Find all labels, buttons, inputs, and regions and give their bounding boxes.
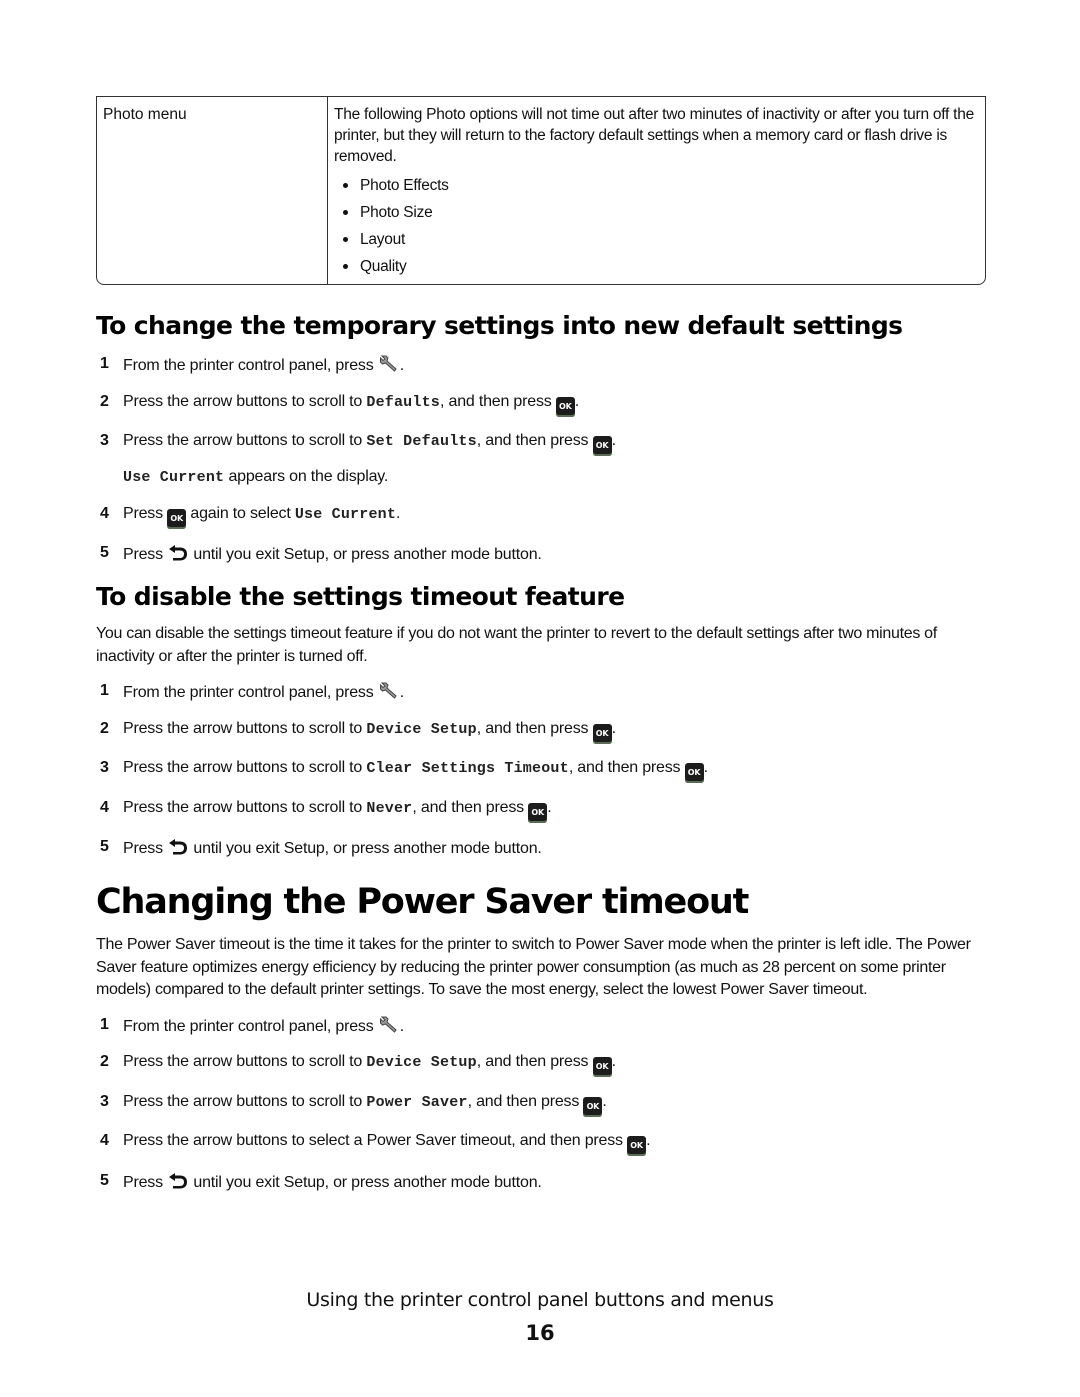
section-heading-power-saver: Changing the Power Saver timeout bbox=[96, 882, 749, 922]
step-item: 1 From the printer control panel, press … bbox=[100, 682, 404, 701]
step-number: 4 bbox=[100, 798, 109, 816]
power-saver-steps: 1 From the printer control panel, press … bbox=[96, 1014, 986, 1194]
menu-code-text: Set Defaults bbox=[366, 433, 477, 450]
menu-name-cell: Photo menu bbox=[97, 97, 328, 284]
default-settings-steps: 1 From the printer control panel, press … bbox=[96, 353, 986, 566]
power-saver-intro: The Power Saver timeout is the time it t… bbox=[96, 936, 971, 998]
list-item: Photo Size bbox=[334, 199, 981, 226]
step-number: 1 bbox=[100, 1015, 109, 1033]
step-item: 5 Press until you exit Setup, or press a… bbox=[100, 838, 542, 857]
step-item: 3 Press the arrow buttons to scroll to C… bbox=[96, 757, 986, 783]
list-item: Photo Effects bbox=[334, 172, 981, 199]
step-number: 2 bbox=[100, 1053, 109, 1070]
step-number: 5 bbox=[100, 544, 109, 561]
ok-button-icon: OK bbox=[583, 1096, 603, 1117]
step-number: 2 bbox=[100, 392, 109, 410]
section-heading-disable-timeout: To disable the settings timeout feature bbox=[96, 582, 625, 611]
list-item: Quality bbox=[334, 253, 981, 280]
menu-code-text: Clear Settings Timeout bbox=[366, 760, 569, 777]
step-item: 4 Press the arrow buttons to scroll to N… bbox=[96, 797, 986, 823]
ok-button-icon: OK bbox=[592, 1057, 612, 1077]
step-item: 3 Press the arrow buttons to scroll to P… bbox=[96, 1091, 986, 1117]
table-row: Photo menu The following Photo options w… bbox=[97, 97, 985, 284]
back-arrow-icon bbox=[169, 545, 188, 561]
menu-code-text: Use Current bbox=[294, 505, 397, 523]
step-item: 1 From the printer control panel, press … bbox=[100, 1015, 404, 1035]
page-number: 16 bbox=[525, 1321, 555, 1345]
menu-code-text: Device Setup bbox=[366, 1054, 477, 1071]
step-item: 1 From the printer control panel, press … bbox=[100, 355, 404, 374]
step-number: 5 bbox=[100, 1171, 109, 1189]
back-arrow-icon bbox=[169, 839, 188, 855]
step-number: 3 bbox=[100, 1092, 109, 1110]
step-number: 4 bbox=[100, 504, 109, 522]
step-item: 2 Press the arrow buttons to scroll to D… bbox=[96, 391, 986, 417]
step-number: 1 bbox=[100, 355, 109, 372]
back-arrow-icon bbox=[169, 1172, 188, 1188]
section-heading-default-settings: To change the temporary settings into ne… bbox=[96, 311, 903, 340]
step-number: 4 bbox=[100, 1132, 109, 1149]
menu-code-text: Never bbox=[366, 799, 413, 817]
menu-code-text: Use Current bbox=[123, 469, 225, 486]
step-item: 5 Press until you exit Setup, or press a… bbox=[100, 544, 542, 563]
step-item: 4 Press the arrow buttons to select a Po… bbox=[96, 1130, 986, 1156]
wrench-icon bbox=[379, 1016, 397, 1033]
menu-description-cell: The following Photo options will not tim… bbox=[328, 97, 985, 284]
wrench-icon bbox=[379, 355, 397, 372]
footer-chapter-title: Using the printer control panel buttons … bbox=[306, 1289, 774, 1311]
menu-code-text: Device Setup bbox=[366, 720, 477, 738]
ok-button-icon: OK bbox=[592, 723, 612, 744]
disable-timeout-steps: 1 From the printer control panel, press … bbox=[96, 680, 986, 860]
menu-code-text: Defaults bbox=[366, 393, 440, 411]
step-item: 3 Press the arrow buttons to scroll to S… bbox=[96, 430, 986, 489]
list-item: Layout bbox=[334, 226, 981, 253]
step-item: 4 Press OK again to select Use Current. bbox=[96, 503, 986, 529]
page-content: Photo menu The following Photo options w… bbox=[96, 96, 986, 1207]
menu-description: The following Photo options will not tim… bbox=[334, 106, 974, 165]
step-number: 5 bbox=[100, 838, 109, 855]
step-number: 2 bbox=[100, 719, 109, 737]
ok-button-icon: OK bbox=[684, 763, 704, 783]
step-item: 2 Press the arrow buttons to scroll to D… bbox=[96, 718, 986, 744]
disable-timeout-intro: You can disable the settings timeout fea… bbox=[96, 625, 937, 665]
step-number: 3 bbox=[100, 759, 109, 776]
step-number: 1 bbox=[100, 682, 109, 699]
ok-button-icon: OK bbox=[167, 508, 187, 529]
ok-button-icon: OK bbox=[555, 396, 575, 417]
step-number: 3 bbox=[100, 432, 109, 449]
photo-menu-table: Photo menu The following Photo options w… bbox=[96, 96, 986, 285]
ok-button-icon: OK bbox=[528, 802, 548, 823]
menu-code-text: Power Saver bbox=[366, 1093, 468, 1111]
step-item: 5 Press until you exit Setup, or press a… bbox=[100, 1171, 542, 1191]
photo-options-list: Photo Effects Photo Size Layout Quality bbox=[334, 172, 981, 280]
ok-button-icon: OK bbox=[592, 436, 612, 456]
ok-button-icon: OK bbox=[627, 1136, 647, 1156]
wrench-icon bbox=[379, 682, 397, 699]
step-item: 2 Press the arrow buttons to scroll to D… bbox=[96, 1051, 986, 1077]
step-note: Use Current appears on the display. bbox=[123, 468, 389, 486]
